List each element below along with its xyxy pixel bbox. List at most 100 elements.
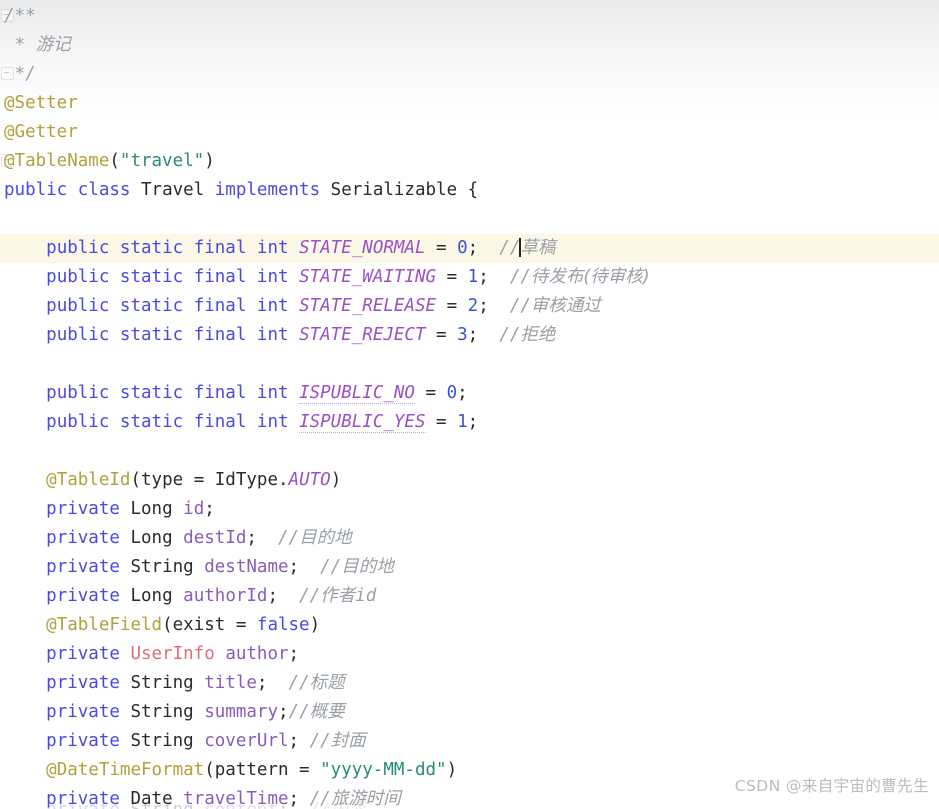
token-anno: @TableId xyxy=(46,470,131,490)
token-cmt: // xyxy=(309,731,331,751)
token-anno: @TableName xyxy=(4,151,110,171)
token-punct: . xyxy=(277,470,289,490)
token-type: Long xyxy=(130,586,173,606)
token-punct: { xyxy=(457,180,479,200)
token-punct: = xyxy=(425,238,458,258)
token-const: STATE_WAITING xyxy=(299,267,437,287)
code-line[interactable]: public static final int STATE_REJECT = 3… xyxy=(0,321,939,350)
csdn-watermark: CSDN @来自宇宙的曹先生 xyxy=(734,777,929,795)
token-kw: public xyxy=(46,412,110,432)
token-punct: ( xyxy=(204,760,215,780)
token-punct: ; xyxy=(278,800,289,809)
code-line[interactable]: private UserInfo author; xyxy=(0,640,939,669)
code-line[interactable]: @TableId(type = IdType.AUTO) xyxy=(0,466,939,495)
token-kw: int xyxy=(256,325,289,345)
code-line[interactable] xyxy=(0,350,939,379)
token-cmt-cjk: 审核通过 xyxy=(530,296,601,316)
token-kw: final xyxy=(193,412,247,432)
code-line[interactable]: public static final int ISPUBLIC_NO = 0; xyxy=(0,379,939,408)
code-line[interactable]: private String title; //标题 xyxy=(0,669,939,698)
token-cmt: // xyxy=(320,557,342,577)
token-cmt-cjk: 概要 xyxy=(309,702,345,722)
code-line-current[interactable]: public static final int STATE_NORMAL = 0… xyxy=(0,234,939,263)
code-line[interactable]: public static final int STATE_WAITING = … xyxy=(0,263,939,292)
code-line[interactable]: private Long authorId; //作者id xyxy=(0,582,939,611)
token-type: Serializable xyxy=(330,180,458,200)
code-line[interactable]: public static final int ISPUBLIC_YES = 1… xyxy=(0,408,939,437)
code-line[interactable]: /** xyxy=(0,2,939,31)
token-cmt-cjk: 标题 xyxy=(309,673,345,693)
token-punct: ; xyxy=(478,267,489,287)
token-type: String xyxy=(130,800,193,809)
token-field: title xyxy=(204,673,257,693)
code-editor[interactable]: /** * 游记 */ @Setter @Getter @TableName("tra… xyxy=(0,0,939,809)
token-field: summary xyxy=(204,702,278,722)
token-punct: ; xyxy=(246,528,257,548)
token-cmt-cjk: 待发布(待审核) xyxy=(530,267,650,287)
token-punct: ( xyxy=(162,615,173,635)
token-cmt: */ xyxy=(4,64,36,84)
token-num: 1 xyxy=(457,412,468,432)
code-line[interactable] xyxy=(0,437,939,466)
code-line[interactable]: @Setter xyxy=(0,89,939,118)
code-line[interactable]: * 游记 xyxy=(0,31,939,60)
token-ident: exist xyxy=(172,615,226,635)
token-kw: static xyxy=(119,238,184,258)
code-line[interactable]: @Getter xyxy=(0,118,939,147)
code-line[interactable]: private String destName; //目的地 xyxy=(0,553,939,582)
code-line[interactable]: */ xyxy=(0,60,939,89)
token-cmt-cjk: 作者 xyxy=(320,586,356,606)
token-cmt: * xyxy=(4,35,36,55)
token-const: STATE_NORMAL xyxy=(299,238,426,258)
code-line[interactable]: public static final int STATE_RELEASE = … xyxy=(0,292,939,321)
code-line[interactable]: private Long destId; //目的地 xyxy=(0,524,939,553)
token-kw: private xyxy=(46,499,120,519)
code-line[interactable]: @TableField(exist = false) xyxy=(0,611,939,640)
token-num: 0 xyxy=(446,383,458,403)
code-line[interactable]: private String coverUrl; //封面 xyxy=(0,727,939,756)
token-num: 0 xyxy=(457,238,468,258)
code-line[interactable]: @TableName("travel") xyxy=(0,147,939,176)
token-field: id xyxy=(183,499,205,519)
code-line[interactable]: public class Travel implements Serializa… xyxy=(0,176,939,205)
code-content[interactable]: /** * 游记 */ @Setter @Getter @TableName("tra… xyxy=(0,0,939,809)
token-str: "yyyy-MM-dd" xyxy=(320,760,447,780)
token-punct: ; xyxy=(278,702,289,722)
token-kw: public xyxy=(46,383,110,403)
code-line[interactable]: private Long id; xyxy=(0,495,939,524)
token-anno: @Getter xyxy=(4,122,78,142)
token-kw: static xyxy=(119,412,184,432)
code-line[interactable] xyxy=(0,205,939,234)
code-line[interactable]: private String summary;//概要 xyxy=(0,698,939,727)
token-kw: int xyxy=(256,267,289,287)
token-ident: type xyxy=(141,470,184,490)
token-kw: private xyxy=(46,800,120,809)
token-field: authorId xyxy=(183,586,268,606)
token-punct: = xyxy=(225,615,257,635)
token-anno: @TableField xyxy=(46,615,163,635)
token-punct: ; xyxy=(467,238,479,258)
token-cmt-cjk: 封面 xyxy=(330,731,366,751)
token-kw: private xyxy=(46,702,120,722)
